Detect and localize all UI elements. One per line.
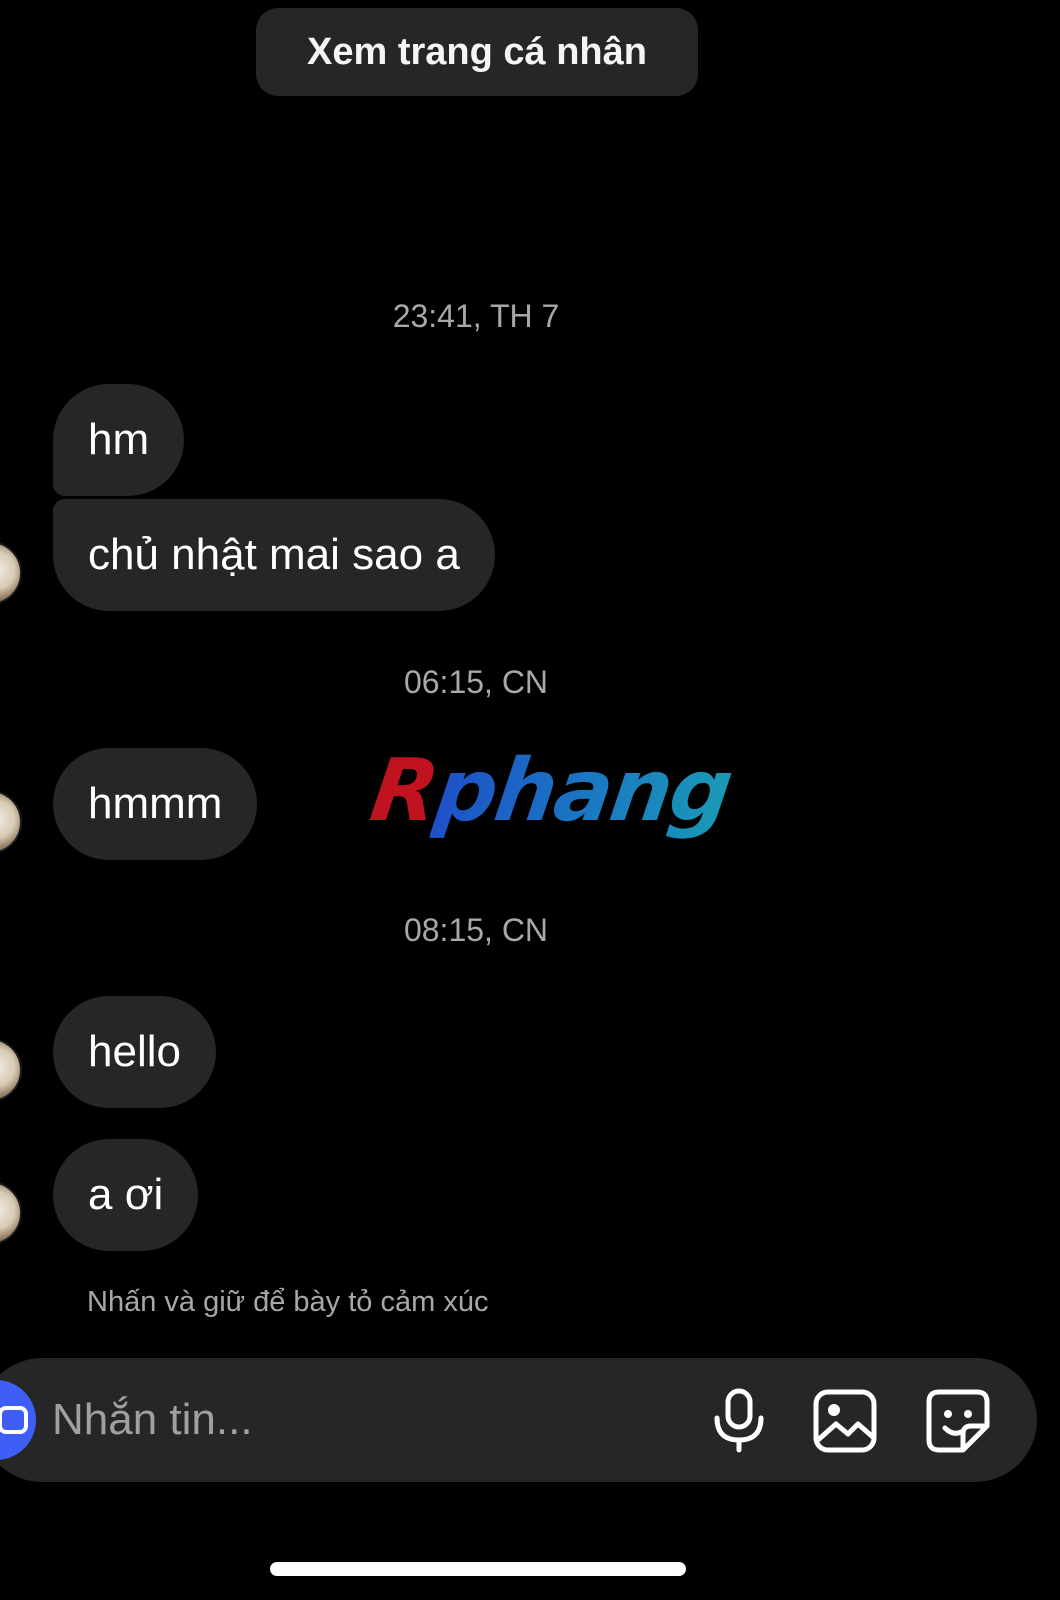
camera-icon [0,1406,28,1434]
message-bubble[interactable]: hello [53,996,216,1108]
sticker-icon [926,1389,990,1453]
sender-avatar[interactable] [0,1038,22,1102]
message-bubble[interactable]: hm [53,384,185,496]
message-timestamp: 23:41, TH 7 [392,298,560,334]
sender-avatar[interactable] [0,1181,22,1245]
message-bubble[interactable]: chủ nhật mai sao a [53,499,495,611]
watermark-text: phang [429,741,737,841]
gallery-button[interactable] [812,1388,878,1454]
camera-button[interactable] [0,1380,36,1460]
sender-avatar[interactable] [0,541,22,605]
sticker-button[interactable] [925,1388,991,1454]
microphone-icon [714,1388,764,1453]
message-timestamp: 06:15, CN [403,664,549,700]
sender-avatar[interactable] [0,790,22,854]
home-indicator[interactable] [270,1562,686,1576]
view-profile-button[interactable]: Xem trang cá nhân [256,8,698,96]
message-bubble[interactable]: hmmm [53,748,258,860]
reaction-hint: Nhấn và giữ để bày tỏ cảm xúc [87,1286,489,1318]
message-timestamp: 08:15, CN [403,912,549,948]
watermark-logo: Rphang [365,741,737,841]
message-bubble[interactable]: a ơi [53,1139,199,1251]
image-icon [813,1389,877,1453]
message-input[interactable] [52,1392,672,1448]
microphone-button[interactable] [706,1388,772,1454]
